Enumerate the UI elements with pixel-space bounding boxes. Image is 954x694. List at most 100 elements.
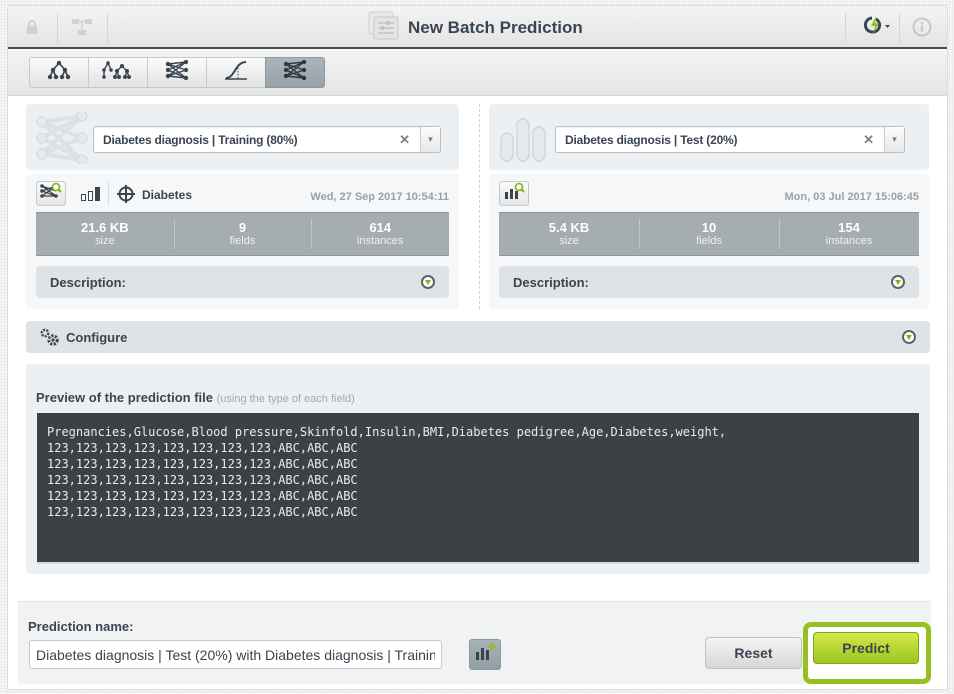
reset-button[interactable]: Reset: [705, 637, 802, 669]
hierarchy-icon[interactable]: [68, 14, 96, 40]
description-label: Description:: [513, 275, 589, 290]
stat-label: size: [95, 234, 115, 247]
model-created-date: Wed, 27 Sep 2017 10:54:11: [310, 191, 449, 203]
description-label: Description:: [50, 275, 126, 290]
preview-header-line: Pregnancies,Glucose,Blood pressure,Skinf…: [47, 425, 727, 439]
model-select-value: Diabetes diagnosis | Training (80%): [103, 133, 298, 147]
dataset-search-icon: [503, 182, 525, 205]
configure-section-toggle[interactable]: Configure: [26, 321, 930, 353]
gears-icon: [39, 327, 61, 352]
tab-ensemble[interactable]: [88, 57, 148, 88]
tab-deepnet-selected[interactable]: [265, 57, 325, 88]
sigmoid-icon: [223, 59, 249, 86]
preview-title: Preview of the prediction file: [36, 390, 213, 405]
dataset-details-panel: Mon, 03 Jul 2017 15:06:45 5.4 KB size 10…: [489, 174, 929, 309]
stat-value: 154: [838, 219, 860, 235]
chevron-down-icon[interactable]: ▼: [420, 127, 440, 152]
deepnet-placeholder-icon: [34, 110, 88, 169]
expand-toggle-icon[interactable]: [891, 275, 905, 289]
clear-icon[interactable]: ✕: [399, 132, 410, 148]
deepnet-search-icon: [40, 182, 62, 205]
dataset-select[interactable]: Diabetes diagnosis | Test (20%) ✕ ▼: [555, 126, 905, 153]
ensemble-icon: [101, 60, 135, 85]
batch-prediction-icon: [368, 11, 400, 46]
objective-target-icon: [116, 184, 136, 209]
stat-label: size: [559, 234, 579, 247]
page-title: New Batch Prediction: [408, 18, 583, 37]
header-separator: [845, 13, 846, 43]
deepnet-icon: [283, 59, 307, 85]
preview-heading: Preview of the prediction file (using th…: [36, 390, 355, 405]
field-distribution-icon: [81, 187, 101, 206]
prediction-file-preview: Preview of the prediction file (using th…: [26, 364, 930, 574]
stat-value: 9: [238, 219, 247, 235]
stat-value: 614: [369, 219, 392, 235]
view-deepnet-button[interactable]: [36, 181, 66, 206]
expand-toggle-icon[interactable]: [421, 275, 435, 289]
prediction-name-label: Prediction name:: [28, 619, 134, 634]
header-separator: [57, 13, 58, 43]
stat-fields: 9 fields: [173, 213, 312, 255]
add-prediction-button[interactable]: [469, 639, 501, 670]
preview-data-line: 123,123,123,123,123,123,123,123,ABC,ABC,…: [47, 457, 358, 471]
prediction-name-input[interactable]: [29, 640, 442, 669]
model-details-panel: Diabetes Wed, 27 Sep 2017 10:54:11 21.6 …: [26, 174, 459, 309]
dataset-placeholder-icon: [499, 117, 547, 168]
model-type-tabs: [29, 57, 325, 88]
preview-data-line: 123,123,123,123,123,123,123,123,ABC,ABC,…: [47, 505, 358, 519]
page-title-group: New Batch Prediction: [368, 11, 583, 46]
stat-label: instances: [825, 234, 873, 247]
stat-label: fields: [229, 234, 256, 247]
dataset-select-value: Diabetes diagnosis | Test (20%): [565, 133, 738, 147]
tab-model[interactable]: [29, 57, 89, 88]
stat-value: 5.4 KB: [548, 219, 590, 235]
model-stats: 21.6 KB size 9 fields 614 instances: [36, 212, 449, 256]
preview-subtitle: (using the type of each field): [216, 393, 355, 405]
predict-button[interactable]: Predict: [813, 632, 919, 664]
objective-field-name: Diabetes: [142, 188, 193, 202]
lightning-cycle-icon: [861, 15, 891, 40]
clear-icon[interactable]: ✕: [863, 132, 874, 148]
stat-label: instances: [356, 234, 404, 247]
info-icon[interactable]: [908, 14, 936, 40]
tab-deepnet[interactable]: [147, 57, 207, 88]
chevron-down-icon[interactable]: ▼: [884, 127, 904, 152]
meta-separator: [108, 181, 109, 205]
view-dataset-button[interactable]: [499, 181, 529, 206]
preview-data-line: 123,123,123,123,123,123,123,123,ABC,ABC,…: [47, 441, 358, 455]
panel-divider: [479, 104, 480, 309]
stat-size: 21.6 KB size: [36, 213, 174, 255]
deepnet-icon: [165, 59, 189, 85]
header-bar: New Batch Prediction: [8, 6, 947, 49]
expand-toggle-icon[interactable]: [902, 330, 916, 344]
model-select[interactable]: Diabetes diagnosis | Training (80%) ✕ ▼: [93, 126, 441, 153]
stat-value: 21.6 KB: [80, 219, 129, 235]
predict-button-highlight: Predict: [803, 622, 931, 684]
stat-label: fields: [696, 234, 722, 247]
batch-prediction-window: New Batch Prediction Diabetes diagnosis …: [7, 5, 948, 690]
header-separator: [107, 13, 108, 43]
configure-label: Configure: [66, 330, 128, 345]
tree-icon: [47, 60, 71, 85]
stat-fields: 10 fields: [639, 213, 779, 255]
lock-icon[interactable]: [18, 14, 46, 40]
stat-instances: 614 instances: [311, 213, 449, 255]
preview-data-line: 123,123,123,123,123,123,123,123,ABC,ABC,…: [47, 473, 358, 487]
stat-instances: 154 instances: [779, 213, 919, 255]
stat-size: 5.4 KB size: [499, 213, 639, 255]
dataset-description-toggle[interactable]: Description:: [499, 266, 919, 298]
preview-data-line: 123,123,123,123,123,123,123,123,ABC,ABC,…: [47, 489, 358, 503]
stat-value: 10: [701, 219, 717, 235]
preview-code-block: Pregnancies,Glucose,Blood pressure,Skinf…: [37, 413, 919, 564]
dataset-created-date: Mon, 03 Jul 2017 15:06:45: [784, 191, 919, 203]
dataset-selector-panel: Diabetes diagnosis | Test (20%) ✕ ▼: [489, 104, 929, 170]
actions-menu-button[interactable]: [858, 14, 894, 40]
add-chart-icon: [474, 642, 496, 667]
prediction-footer: Prediction name: Reset Predict: [18, 601, 931, 684]
model-type-toolbar: [8, 51, 947, 96]
tab-logistic-regression[interactable]: [206, 57, 266, 88]
header-separator: [899, 13, 900, 43]
model-selector-panel: Diabetes diagnosis | Training (80%) ✕ ▼: [26, 104, 459, 170]
dataset-stats: 5.4 KB size 10 fields 154 instances: [499, 212, 919, 256]
model-description-toggle[interactable]: Description:: [36, 266, 449, 298]
